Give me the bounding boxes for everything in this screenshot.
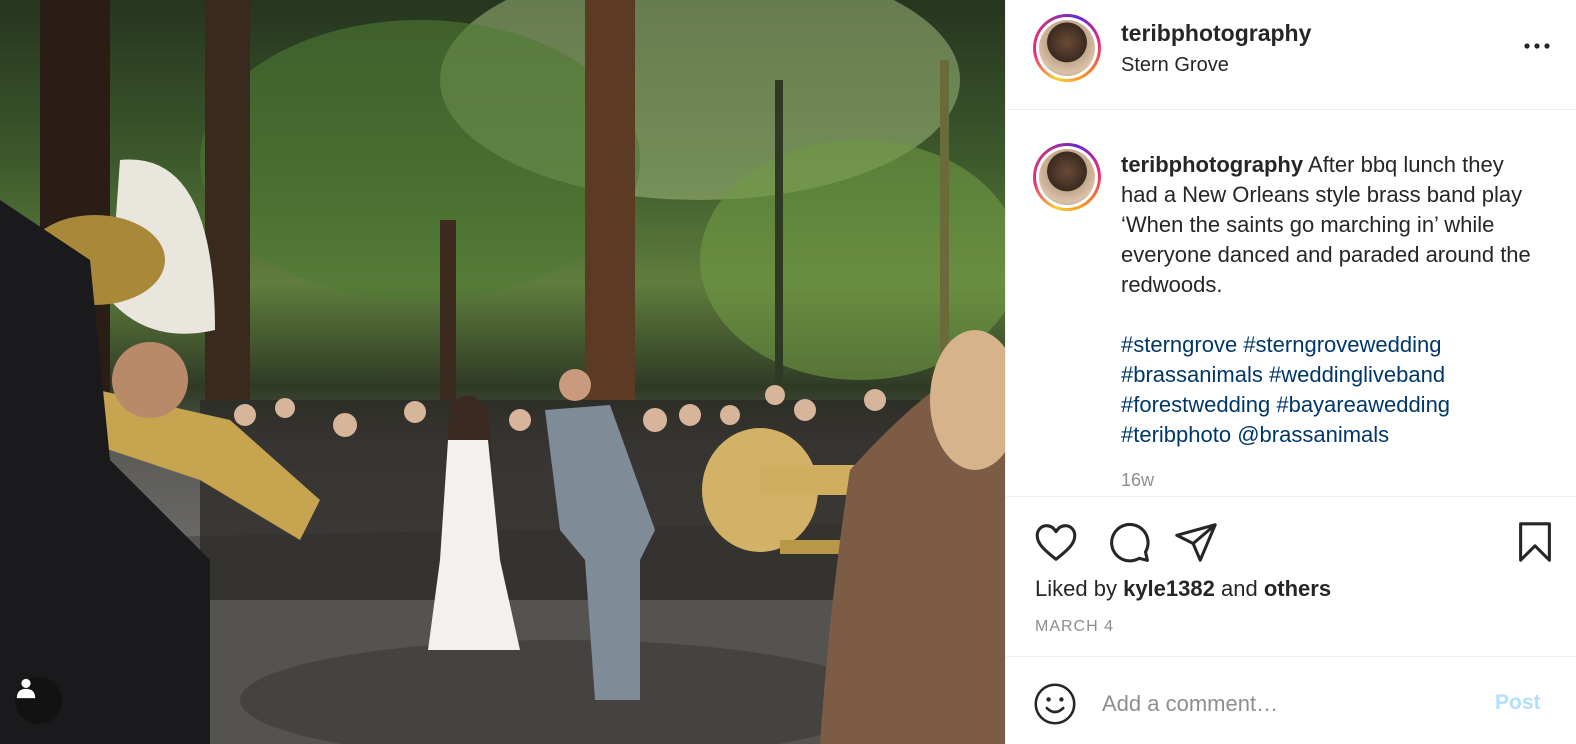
hashtag-link[interactable]: #forestwedding <box>1121 392 1270 417</box>
caption-area: teribphotography After bbq lunch they ha… <box>1006 110 1576 496</box>
share-button[interactable] <box>1173 519 1219 565</box>
save-button[interactable] <box>1512 519 1558 565</box>
liked-by-and: and <box>1220 576 1258 601</box>
hashtag-link[interactable]: #weddingliveband <box>1269 362 1445 387</box>
smiley-icon <box>1034 683 1076 725</box>
liked-by-prefix: Liked by <box>1035 576 1117 601</box>
action-bar: Liked by kyle1382 and others MARCH 4 <box>1006 496 1576 656</box>
like-button[interactable] <box>1033 519 1079 565</box>
hashtag-link[interactable]: #teribphoto <box>1121 422 1231 447</box>
liked-by-user[interactable]: kyle1382 <box>1123 576 1215 601</box>
header-username[interactable]: teribphotography <box>1121 20 1311 47</box>
comment-icon <box>1110 522 1150 563</box>
post-header: teribphotography Stern Grove <box>1006 0 1576 110</box>
user-icon <box>16 678 36 699</box>
comment-input[interactable] <box>1102 685 1462 723</box>
post-photo[interactable] <box>0 0 1005 744</box>
hashtag-link[interactable]: #sterngrovewedding <box>1243 332 1441 357</box>
more-options-button[interactable] <box>1522 36 1552 56</box>
caption-avatar[interactable] <box>1033 143 1101 211</box>
comment-button[interactable] <box>1106 519 1152 565</box>
hashtag-link[interactable]: #bayareawedding <box>1276 392 1450 417</box>
post-photo-illustration <box>0 0 1005 744</box>
hashtags: #sterngrove #sterngrovewedding #brassani… <box>1121 330 1541 450</box>
bookmark-icon <box>1519 522 1551 562</box>
heart-icon <box>1035 524 1077 561</box>
caption-age: 16w <box>1121 470 1155 490</box>
caption: teribphotography After bbq lunch they ha… <box>1121 150 1541 300</box>
post-date[interactable]: MARCH 4 <box>1035 618 1114 636</box>
instagram-post: teribphotography Stern Grove teribphotog… <box>0 0 1576 744</box>
hashtag-link[interactable]: #brassanimals <box>1121 362 1263 387</box>
more-horizontal-icon <box>1524 43 1550 49</box>
mention-link[interactable]: @brassanimals <box>1237 422 1389 447</box>
tagged-users-button[interactable] <box>15 677 62 724</box>
caption-username[interactable]: teribphotography <box>1121 152 1303 177</box>
avatar-image <box>1039 20 1095 76</box>
share-icon <box>1175 523 1217 562</box>
header-location[interactable]: Stern Grove <box>1121 54 1229 77</box>
avatar-image <box>1039 149 1095 205</box>
liked-by-others[interactable]: others <box>1264 576 1331 601</box>
header-avatar[interactable] <box>1033 14 1101 82</box>
post-side-panel: teribphotography Stern Grove teribphotog… <box>1005 0 1576 744</box>
hashtag-link[interactable]: #sterngrove <box>1121 332 1237 357</box>
emoji-button[interactable] <box>1033 682 1077 726</box>
comment-bar: Post <box>1006 656 1576 744</box>
post-comment-button[interactable]: Post <box>1495 691 1541 715</box>
liked-by: Liked by kyle1382 and others <box>1035 576 1331 602</box>
